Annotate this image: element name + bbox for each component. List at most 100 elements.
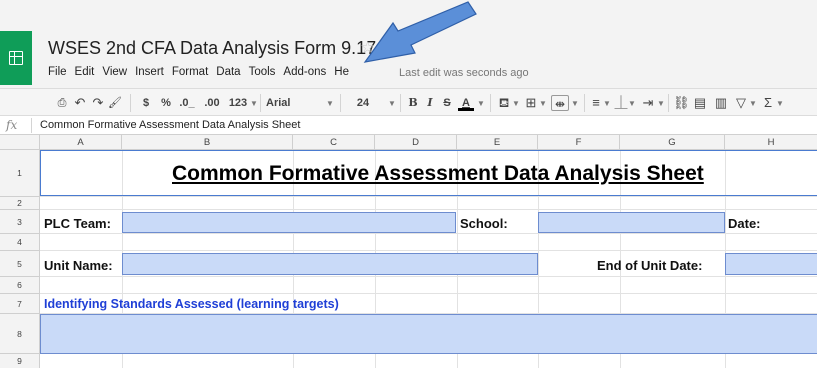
chevron-down-icon[interactable]: ▼ bbox=[749, 95, 757, 111]
menu-edit[interactable]: Edit bbox=[75, 66, 95, 82]
spreadsheet-grid: 1 2 3 4 5 6 7 8 9 Common Formative Asses… bbox=[0, 150, 817, 368]
redo-icon[interactable]: ↷ bbox=[91, 95, 105, 111]
chevron-down-icon[interactable]: ▼ bbox=[250, 95, 258, 111]
chevron-down-icon[interactable]: ▼ bbox=[388, 95, 396, 111]
decrease-decimal-button[interactable]: .0_ bbox=[178, 95, 196, 111]
select-all-corner[interactable] bbox=[0, 135, 40, 150]
menu-insert[interactable]: Insert bbox=[135, 66, 164, 82]
insert-link-icon[interactable]: ⛓ bbox=[673, 95, 690, 111]
toolbar-divider bbox=[490, 94, 491, 112]
currency-button[interactable]: $ bbox=[140, 95, 152, 111]
row-header-2[interactable]: 2 bbox=[0, 197, 40, 210]
font-size-select[interactable]: 24 bbox=[354, 95, 372, 111]
toolbar-divider bbox=[340, 94, 341, 112]
unit-name-input[interactable] bbox=[122, 253, 538, 275]
chevron-down-icon[interactable]: ▼ bbox=[539, 95, 547, 111]
italic-button[interactable]: I bbox=[424, 95, 436, 111]
menu-format[interactable]: Format bbox=[172, 66, 208, 82]
date-label: Date: bbox=[728, 216, 761, 231]
menu-help[interactable]: He bbox=[334, 66, 349, 82]
chevron-down-icon[interactable]: ▼ bbox=[512, 95, 520, 111]
column-header-g[interactable]: G bbox=[620, 135, 725, 150]
chevron-down-icon[interactable]: ▼ bbox=[326, 95, 334, 111]
chevron-down-icon[interactable]: ▼ bbox=[628, 95, 636, 111]
title-bar: WSES 2nd CFA Data Analysis Form 9.17.15 … bbox=[0, 0, 817, 88]
horizontal-align-icon[interactable]: ≡ bbox=[589, 95, 603, 111]
row-header-1[interactable]: 1 bbox=[0, 150, 40, 197]
chevron-down-icon[interactable]: ▼ bbox=[776, 95, 784, 111]
menu-file[interactable]: File bbox=[48, 66, 67, 82]
column-header-a[interactable]: A bbox=[40, 135, 122, 150]
text-color-button[interactable]: A bbox=[458, 95, 474, 111]
menu-data[interactable]: Data bbox=[216, 66, 240, 82]
column-header-h[interactable]: H bbox=[725, 135, 817, 150]
merge-cells-icon[interactable]: ⇼ bbox=[551, 95, 569, 111]
insert-chart-icon[interactable]: ▥ bbox=[713, 95, 729, 111]
plc-team-input[interactable] bbox=[122, 212, 456, 233]
borders-icon[interactable]: ⊞ bbox=[524, 95, 538, 111]
percent-button[interactable]: % bbox=[159, 95, 173, 111]
menu-add-ons[interactable]: Add-ons bbox=[283, 66, 326, 82]
row-2 bbox=[40, 197, 817, 210]
column-header-d[interactable]: D bbox=[375, 135, 457, 150]
toolbar-divider bbox=[668, 94, 669, 112]
standards-assessed-heading: Identifying Standards Assessed (learning… bbox=[44, 297, 339, 311]
sheets-logo-icon[interactable] bbox=[0, 31, 32, 85]
bold-button[interactable]: B bbox=[407, 95, 419, 111]
fill-color-icon[interactable]: ⛾ bbox=[496, 95, 512, 111]
row-header-4[interactable]: 4 bbox=[0, 234, 40, 251]
column-header-c[interactable]: C bbox=[293, 135, 375, 150]
row-6 bbox=[40, 277, 817, 294]
chevron-down-icon[interactable]: ▼ bbox=[571, 95, 579, 111]
fx-icon: fx bbox=[6, 118, 18, 132]
more-formats-button[interactable]: 123 bbox=[227, 95, 249, 111]
row-header-7[interactable]: 7 bbox=[0, 294, 40, 314]
menu-bar: File Edit View Insert Format Data Tools … bbox=[48, 66, 357, 82]
toolbar-divider bbox=[584, 94, 585, 112]
plc-team-label: PLC Team: bbox=[44, 216, 111, 231]
toolbar-divider bbox=[400, 94, 401, 112]
last-edit-status[interactable]: Last edit was seconds ago bbox=[399, 67, 529, 79]
document-title[interactable]: WSES 2nd CFA Data Analysis Form 9.17.15 bbox=[48, 38, 401, 59]
row-header-3[interactable]: 3 bbox=[0, 210, 40, 234]
formula-divider bbox=[31, 118, 32, 133]
chevron-down-icon[interactable]: ▼ bbox=[603, 95, 611, 111]
star-icon[interactable]: ☆ bbox=[360, 38, 375, 58]
toolbar-divider bbox=[130, 94, 131, 112]
toolbar-divider bbox=[260, 94, 261, 112]
column-header-b[interactable]: B bbox=[122, 135, 293, 150]
row-header-6[interactable]: 6 bbox=[0, 277, 40, 294]
column-header-e[interactable]: E bbox=[457, 135, 538, 150]
strikethrough-button[interactable]: S bbox=[441, 95, 453, 111]
text-wrapping-icon[interactable]: ⇥ bbox=[640, 95, 656, 111]
vertical-align-icon[interactable]: ⏊ bbox=[614, 95, 628, 111]
row-header-9[interactable]: 9 bbox=[0, 354, 40, 368]
formula-bar: fx Common Formative Assessment Data Anal… bbox=[0, 116, 817, 135]
formula-input[interactable]: Common Formative Assessment Data Analysi… bbox=[40, 119, 300, 131]
standards-assessed-input[interactable] bbox=[40, 314, 817, 354]
row-header-8[interactable]: 8 bbox=[0, 314, 40, 354]
row-4 bbox=[40, 234, 817, 251]
chevron-down-icon[interactable]: ▼ bbox=[657, 95, 665, 111]
functions-icon[interactable]: Σ bbox=[761, 95, 775, 111]
increase-decimal-button[interactable]: .00 bbox=[201, 95, 223, 111]
school-input[interactable] bbox=[538, 212, 725, 233]
print-icon[interactable]: ⎙ bbox=[55, 95, 69, 111]
end-of-unit-date-label: End of Unit Date: bbox=[597, 258, 703, 273]
sheet-title: Common Formative Assessment Data Analysi… bbox=[172, 162, 704, 185]
end-of-unit-date-input[interactable] bbox=[725, 253, 817, 275]
unit-name-label: Unit Name: bbox=[44, 258, 113, 273]
font-family-select[interactable]: Arial bbox=[266, 95, 298, 111]
school-label: School: bbox=[460, 216, 508, 231]
toolbar: ⎙ ↶ ↷ 🖌 $ % .0_ .00 123 ▼ Arial ▼ 24 ▼ B… bbox=[0, 88, 817, 116]
column-header-f[interactable]: F bbox=[538, 135, 620, 150]
paint-format-icon[interactable]: 🖌 bbox=[108, 95, 122, 111]
chevron-down-icon[interactable]: ▼ bbox=[477, 95, 485, 111]
undo-icon[interactable]: ↶ bbox=[73, 95, 87, 111]
menu-view[interactable]: View bbox=[102, 66, 127, 82]
menu-tools[interactable]: Tools bbox=[249, 66, 276, 82]
insert-comment-icon[interactable]: ▤ bbox=[693, 95, 707, 111]
filter-icon[interactable]: ▽ bbox=[734, 95, 748, 111]
row-header-5[interactable]: 5 bbox=[0, 251, 40, 277]
column-header-row: A B C D E F G H bbox=[0, 135, 817, 150]
